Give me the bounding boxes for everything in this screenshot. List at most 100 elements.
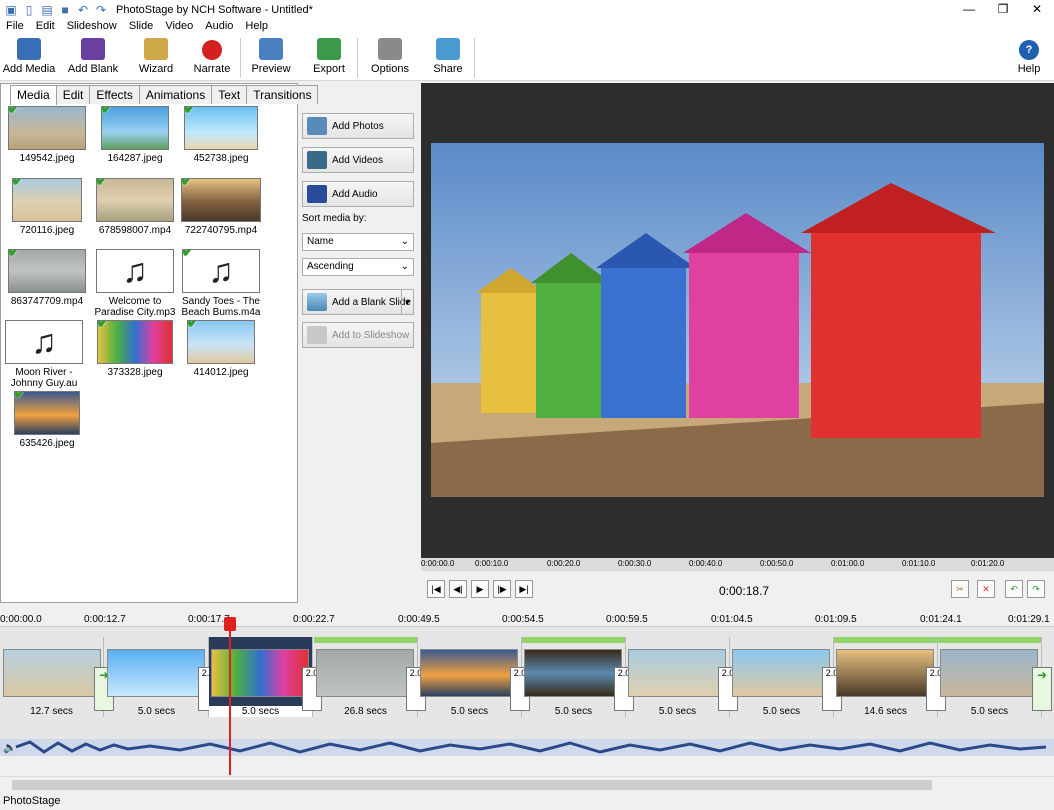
check-icon: ✔	[182, 249, 197, 261]
clip-thumbnail	[732, 649, 830, 697]
media-item[interactable]: ✔ 149542.jpeg	[4, 106, 90, 164]
add-to-slideshow-button[interactable]: Add to Slideshow	[302, 322, 414, 348]
clip-thumbnail	[628, 649, 726, 697]
add-videos-button[interactable]: Add Videos	[302, 147, 414, 173]
minimize-button[interactable]: —	[952, 0, 986, 19]
scrollbar-thumb[interactable]	[12, 780, 932, 790]
window-title: PhotoStage by NCH Software - Untitled*	[116, 3, 313, 16]
options-button[interactable]: Options	[358, 35, 422, 81]
timeline-clip[interactable]: 14.6 secs	[834, 637, 938, 717]
menu-file[interactable]: File	[0, 19, 30, 35]
add-media-button[interactable]: Add Media	[0, 35, 58, 81]
add-blank-slide-button[interactable]: Add a Blank Slide ▾	[302, 289, 414, 315]
media-item[interactable]: ✔ 720116.jpeg	[4, 178, 90, 236]
skip-end-button[interactable]: ▶|	[515, 580, 533, 598]
timeline-scrollbar[interactable]	[0, 776, 1054, 793]
redo-icon[interactable]: ↷	[94, 3, 108, 17]
media-item[interactable]: ✔ 678598007.mp4	[92, 178, 178, 236]
audio-track[interactable]: 🔈	[0, 739, 1054, 756]
timeline-ruler[interactable]: 0:00:00.0 0:00:12.7 0:00:17.7 0:00:22.7 …	[0, 613, 1054, 626]
timeline-clip[interactable]: 5.0 secs	[105, 637, 209, 717]
quick-access: ▣ ▯ ▤ ■ ↶ ↷	[0, 3, 108, 17]
delete-button[interactable]: ✕	[977, 580, 995, 598]
playhead-handle[interactable]	[224, 617, 236, 631]
sort-select[interactable]: Name ⌄	[302, 233, 414, 251]
timeline-clip[interactable]: 5.0 secs	[938, 637, 1042, 717]
order-select[interactable]: Ascending ⌄	[302, 258, 414, 276]
media-item[interactable]: ✔ 635426.jpeg	[4, 391, 90, 449]
media-item[interactable]: ✔ 863747709.mp4	[4, 249, 90, 307]
timeline-clip[interactable]: 5.0 secs	[522, 637, 626, 717]
check-icon: ✔	[8, 106, 23, 118]
thumbnail: ✔	[184, 106, 258, 150]
undo-icon[interactable]: ↶	[76, 3, 90, 17]
timeline-clip[interactable]: 5.0 secs	[418, 637, 522, 717]
menu-help[interactable]: Help	[239, 19, 274, 35]
playhead[interactable]	[229, 617, 231, 775]
step-forward-button[interactable]: |▶	[493, 580, 511, 598]
rotate-right-button[interactable]: ↷	[1027, 580, 1045, 598]
share-button[interactable]: Share	[422, 35, 474, 81]
clip-duration-bar	[938, 637, 1041, 643]
menu-edit[interactable]: Edit	[30, 19, 61, 35]
media-item[interactable]: ✔ 452738.jpeg	[178, 106, 264, 164]
menu-slide[interactable]: Slide	[123, 19, 159, 35]
rotate-left-button[interactable]: ↶	[1005, 580, 1023, 598]
tab-text[interactable]: Text	[211, 85, 248, 104]
add-audio-button[interactable]: Add Audio	[302, 181, 414, 207]
check-icon: ✔	[97, 320, 112, 332]
preview-ruler[interactable]: 0:00:00.0 0:00:10.0 0:00:20.0 0:00:30.0 …	[421, 558, 1054, 571]
thumbnail: ✔	[181, 178, 261, 222]
toolbar: Add Media Add Blank Wizard Narrate Previ…	[0, 35, 1054, 81]
music-note-icon: ♫	[96, 249, 174, 293]
timeline-clip[interactable]: 26.8 secs	[314, 637, 418, 717]
menu-video[interactable]: Video	[159, 19, 199, 35]
close-button[interactable]: ✕	[1020, 0, 1054, 19]
thumbnail: ✔	[187, 320, 255, 364]
narrate-button[interactable]: Narrate	[184, 35, 240, 81]
add-photos-button[interactable]: Add Photos	[302, 113, 414, 139]
media-item[interactable]: ♫ Moon River - Johnny Guy.au	[1, 320, 87, 389]
thumbnail: ✔	[101, 106, 169, 150]
tab-effects[interactable]: Effects	[89, 85, 140, 104]
blank-slide-icon	[307, 293, 327, 311]
wizard-button[interactable]: Wizard	[128, 35, 184, 81]
media-item[interactable]: ♫ Welcome to Paradise City.mp3	[92, 249, 178, 318]
new-icon[interactable]: ▯	[22, 3, 36, 17]
tab-transitions[interactable]: Transitions	[246, 85, 319, 104]
dropdown-arrow-icon[interactable]: ▾	[401, 290, 413, 314]
step-back-button[interactable]: ◀|	[449, 580, 467, 598]
maximize-button[interactable]: ❐	[986, 0, 1020, 19]
media-item[interactable]: ✔ 414012.jpeg	[178, 320, 264, 378]
transition-arrow-icon[interactable]: ➜	[1032, 667, 1052, 711]
menu-audio[interactable]: Audio	[199, 19, 239, 35]
menu-slideshow[interactable]: Slideshow	[61, 19, 123, 35]
check-icon: ✔	[12, 178, 27, 190]
open-icon[interactable]: ▤	[40, 3, 54, 17]
preview-button[interactable]: Preview	[241, 35, 301, 81]
help-button[interactable]: ? Help	[1004, 35, 1054, 81]
tab-media[interactable]: Media	[10, 85, 57, 105]
timeline-clip[interactable]: 5.0 secs	[626, 637, 730, 717]
play-button[interactable]: ▶	[471, 580, 489, 598]
photo-icon	[307, 117, 327, 135]
split-button[interactable]: ✂	[951, 580, 969, 598]
preview-icon	[259, 38, 283, 60]
media-item[interactable]: ✔ 164287.jpeg	[92, 106, 178, 164]
timeline-clip[interactable]: 12.7 secs	[0, 637, 104, 717]
add-blank-button[interactable]: Add Blank	[58, 35, 128, 81]
save-icon[interactable]: ■	[58, 3, 72, 17]
media-item[interactable]: ✔ 373328.jpeg	[92, 320, 178, 378]
tab-edit[interactable]: Edit	[55, 85, 91, 104]
export-button[interactable]: Export	[301, 35, 357, 81]
timeline-clip[interactable]: 5.0 secs	[730, 637, 834, 717]
check-icon: ✔	[8, 249, 23, 261]
timeline-clip-selected[interactable]: 5.0 secs	[209, 637, 313, 717]
skip-start-button[interactable]: |◀	[427, 580, 445, 598]
media-item[interactable]: ♫ ✔ Sandy Toes - The Beach Bums.m4a	[178, 249, 264, 318]
media-item[interactable]: ✔ 722740795.mp4	[178, 178, 264, 236]
menu-bar: File Edit Slideshow Slide Video Audio He…	[0, 19, 1054, 35]
download-arrow-icon	[307, 326, 327, 344]
tab-animations[interactable]: Animations	[138, 85, 213, 104]
add-media-icon	[17, 38, 41, 60]
